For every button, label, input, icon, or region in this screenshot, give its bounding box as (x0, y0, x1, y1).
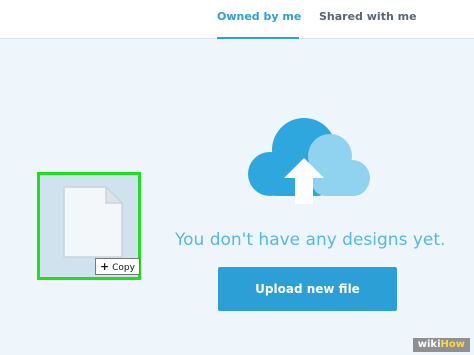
empty-state-message: You don't have any designs yet. (175, 230, 446, 250)
file-icon (63, 185, 124, 258)
copy-label: Copy (112, 263, 135, 273)
top-bar: Owned by me Shared with me (0, 0, 474, 39)
tab-owned-by-me[interactable]: Owned by me (217, 10, 301, 39)
upload-new-file-button[interactable]: Upload new file (218, 267, 397, 311)
copy-drag-tooltip: + Copy (95, 258, 140, 275)
plus-icon: + (100, 260, 110, 273)
watermark-how: How (440, 339, 465, 350)
tab-shared-with-me[interactable]: Shared with me (319, 10, 417, 23)
watermark-wiki: wiki (417, 339, 441, 350)
watermark-logo: wikiHow (412, 338, 470, 352)
cloud-upload-icon (248, 118, 370, 204)
